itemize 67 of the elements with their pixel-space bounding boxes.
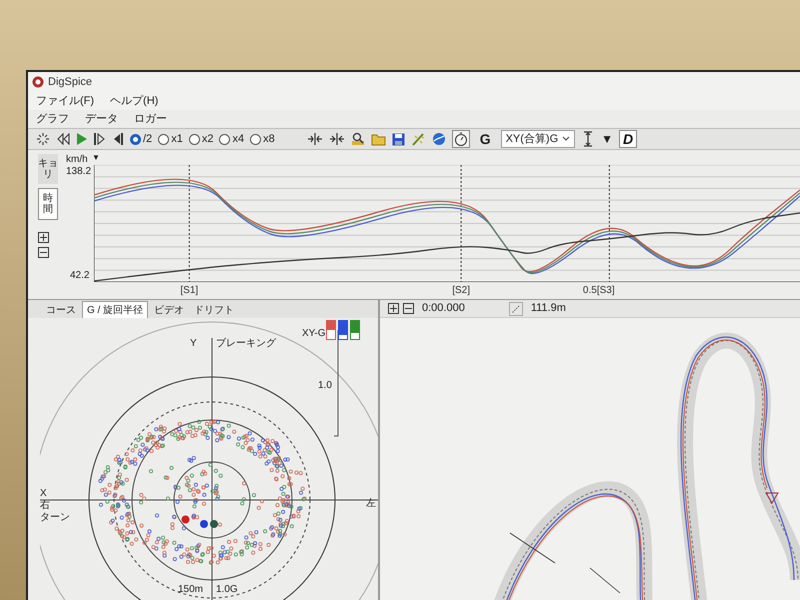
speed-option-label[interactable]: /2 — [143, 130, 152, 148]
x-axis-label: [S1] — [180, 284, 198, 298]
zoom-out-icon[interactable] — [403, 303, 414, 314]
panel-tab[interactable]: G / 旋回半径 — [82, 301, 148, 318]
marker-button[interactable]: ▼ — [601, 130, 614, 148]
search-icon[interactable] — [350, 132, 365, 146]
wand-icon[interactable] — [410, 132, 426, 146]
mode-dropdown-value[interactable]: XY(合算)G — [506, 130, 558, 148]
step-forward-icon[interactable] — [94, 132, 106, 146]
y-min-label: 42.2 — [70, 269, 90, 283]
chevron-icon[interactable] — [562, 136, 570, 142]
unit-marker[interactable]: ▼ — [92, 152, 100, 164]
d-button[interactable]: D — [619, 130, 638, 148]
mode-dropdown[interactable]: XY(合算)G — [500, 130, 576, 148]
rewind-icon[interactable] — [56, 132, 70, 146]
y-axis-label: Y — [190, 337, 197, 351]
y-axis-title: ブレーキング — [216, 336, 276, 351]
x-axis-label: [S2] — [452, 284, 470, 298]
time-readout: 0:00.000 — [422, 301, 465, 316]
g-button[interactable]: G — [476, 128, 495, 150]
x-axis-title-line: ターン — [40, 511, 70, 525]
radio-button[interactable] — [219, 134, 230, 144]
contract-arrows-icon[interactable] — [328, 132, 345, 146]
radio-button[interactable] — [130, 134, 141, 144]
expand-arrows-icon[interactable] — [306, 132, 323, 146]
legend-swatch[interactable] — [350, 320, 360, 340]
menu-item[interactable]: ファイル(F) — [36, 92, 94, 110]
distance-icon[interactable] — [508, 302, 523, 316]
radius-label: 150m — [178, 583, 204, 597]
x-axis-label: 0.5[S3] — [582, 284, 615, 298]
zoom-in-icon[interactable] — [38, 232, 49, 243]
x-axis-title: 左 — [366, 497, 376, 511]
legend-swatch[interactable] — [326, 320, 336, 340]
app-logo-icon — [32, 76, 44, 88]
radio-button[interactable] — [158, 134, 170, 144]
menu-item[interactable]: データ — [85, 110, 118, 128]
speed-option-label[interactable]: x8 — [263, 130, 275, 148]
spinner-icon[interactable] — [36, 132, 50, 146]
legend-swatch[interactable] — [338, 320, 348, 340]
save-icon[interactable] — [392, 132, 405, 146]
window-title: DigSpice — [48, 74, 92, 90]
g-scale-label: 1.0G — [216, 583, 238, 597]
speed-option-label[interactable]: x4 — [232, 130, 244, 148]
menu-item[interactable]: グラフ — [36, 110, 69, 128]
legend-label: XY-G — [302, 327, 326, 341]
side-tab[interactable]: 時間 — [38, 188, 58, 220]
step-back-icon[interactable] — [112, 132, 124, 146]
unit-label: km/h — [66, 153, 88, 167]
speed-option-label[interactable]: x2 — [202, 130, 214, 148]
zoom-in-icon[interactable] — [388, 303, 399, 314]
menu-item[interactable]: ロガー — [134, 110, 167, 128]
scale-label: 1.0 — [318, 379, 332, 393]
play-icon[interactable] — [76, 132, 88, 146]
globe-icon[interactable] — [432, 132, 446, 146]
radio-button[interactable] — [250, 134, 262, 144]
stopwatch-icon[interactable] — [452, 130, 470, 148]
current-g-markers-icon — [181, 515, 219, 529]
x-axis-title-line: 右 — [40, 499, 50, 512]
x-axis-label: X — [40, 487, 47, 500]
y-max-label: 138.2 — [66, 165, 92, 179]
speed-option-label[interactable]: x1 — [171, 130, 183, 148]
distance-readout: 111.9m — [530, 301, 566, 316]
radio-button[interactable] — [188, 134, 200, 144]
menu-item[interactable]: ヘルプ(H) — [110, 92, 158, 110]
folder-icon[interactable] — [370, 132, 386, 146]
zoom-out-icon[interactable] — [38, 247, 49, 258]
side-tab[interactable]: キョリ — [38, 154, 58, 184]
